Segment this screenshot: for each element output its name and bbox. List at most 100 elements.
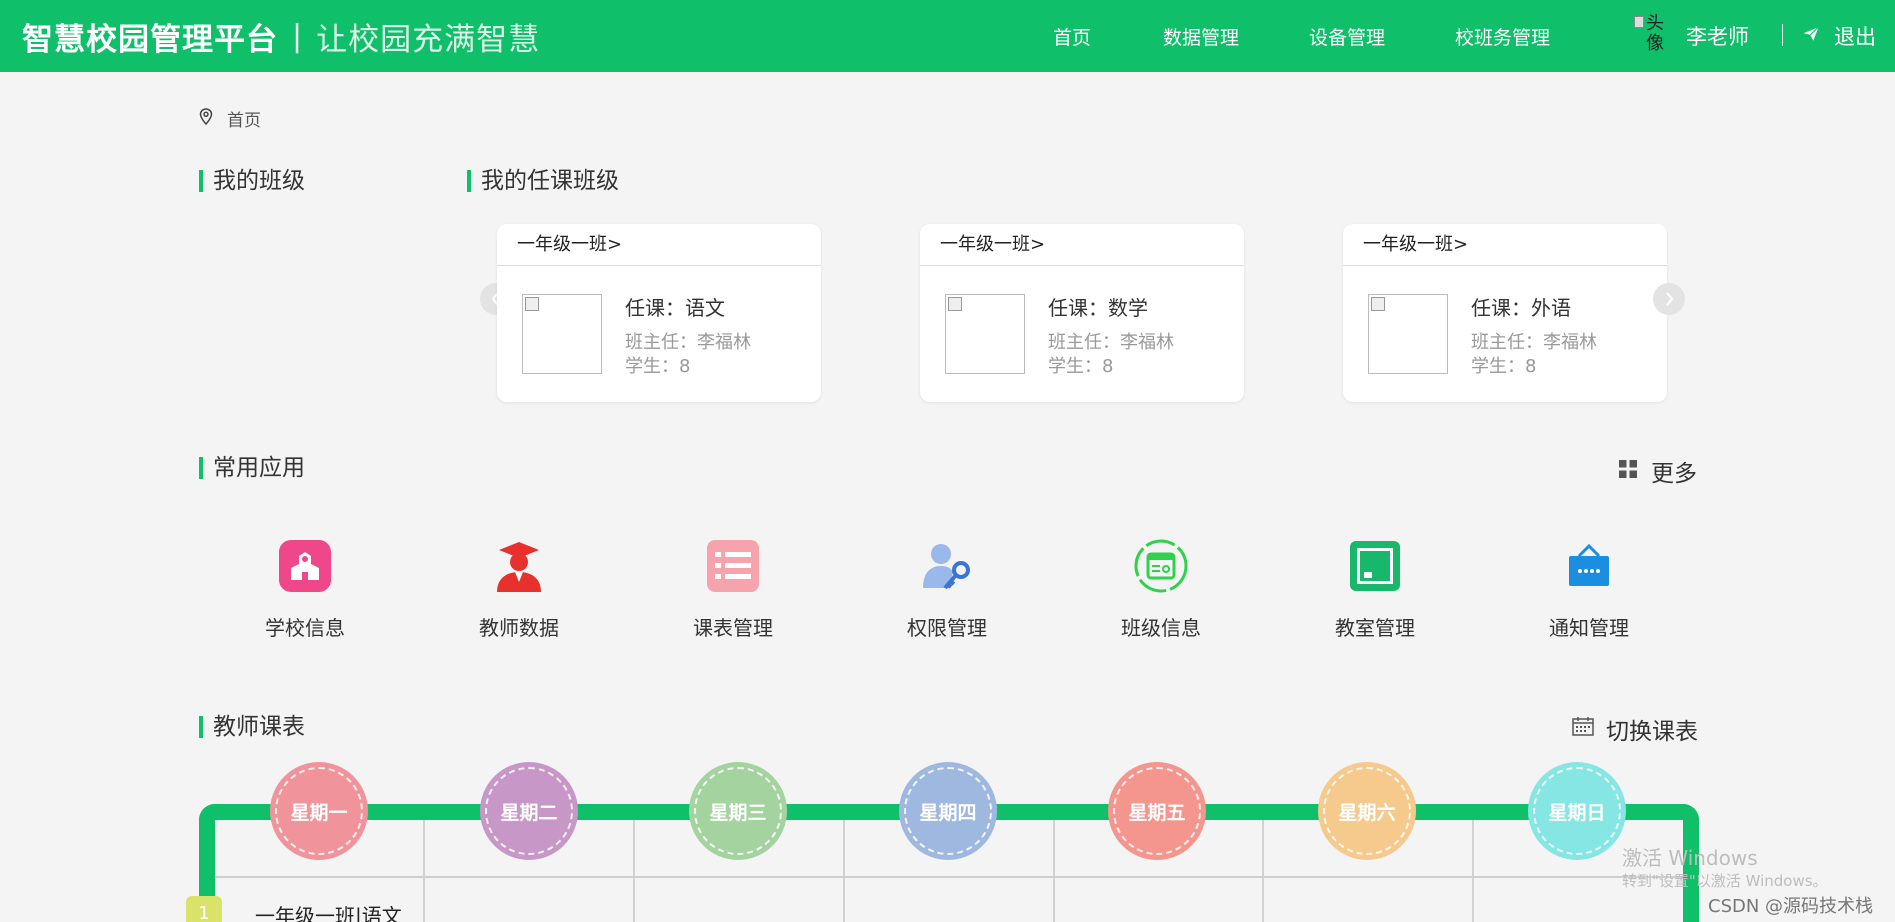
avatar[interactable]: 头像 — [1634, 14, 1674, 58]
app-classroom-management[interactable]: 教室管理 — [1305, 538, 1445, 641]
top-header: 智慧校园管理平台 | 让校园充满智慧 首页 数据管理 设备管理 校班务管理 头像… — [0, 0, 1895, 72]
class-card[interactable]: 一年级一班> 任课：外语 班主任：李福林 学生：8 — [1343, 224, 1667, 402]
class-head-teacher: 班主任：李福林 — [625, 332, 751, 353]
nav-item-data-management[interactable]: 数据管理 — [1163, 23, 1309, 50]
timetable-divider — [1262, 820, 1264, 922]
period-number-badge: 1 — [186, 896, 222, 922]
nav-item-device-management[interactable]: 设备管理 — [1309, 23, 1455, 50]
section-title-my-class: 我的班级 — [199, 168, 305, 194]
day-label: 星期四 — [904, 767, 992, 855]
day-label: 星期五 — [1113, 767, 1201, 855]
timetable-divider — [843, 820, 845, 922]
class-card-title[interactable]: 一年级一班> — [497, 224, 821, 266]
app-permission-management[interactable]: 权限管理 — [877, 538, 1017, 641]
brand: 智慧校园管理平台 | 让校园充满智慧 — [22, 16, 541, 58]
day-tuesday[interactable]: 星期二 — [480, 762, 578, 860]
more-label: 更多 — [1651, 461, 1697, 487]
section-title-teaching-classes: 我的任课班级 — [467, 168, 619, 194]
day-label: 星期日 — [1533, 767, 1621, 855]
app-teacher-data[interactable]: 教师数据 — [449, 538, 589, 641]
broken-image-icon — [1634, 16, 1644, 28]
app-label: 班级信息 — [1121, 616, 1201, 640]
user-key-icon — [919, 538, 975, 594]
grid-icon — [1619, 458, 1637, 484]
class-image — [1368, 294, 1448, 374]
brand-separator: | — [292, 18, 303, 54]
day-monday[interactable]: 星期一 — [270, 762, 368, 860]
class-card-title[interactable]: 一年级一班> — [920, 224, 1244, 266]
class-badge-icon — [1133, 538, 1189, 594]
day-label: 星期三 — [694, 767, 782, 855]
csdn-watermark: CSDN @源码技术栈 — [1708, 896, 1874, 917]
chevron-right-icon — [1666, 292, 1674, 306]
notice-board-icon — [1561, 538, 1617, 594]
classroom-icon — [1347, 538, 1403, 594]
class-students: 学生：8 — [625, 356, 691, 377]
class-head-teacher: 班主任：李福林 — [1471, 332, 1597, 353]
class-image — [945, 294, 1025, 374]
section-title-common-apps: 常用应用 — [199, 455, 305, 481]
activate-windows-hint: 转到"设置"以激活 Windows。 — [1622, 872, 1828, 890]
brand-title: 智慧校园管理平台 — [22, 21, 278, 58]
class-students: 学生：8 — [1471, 356, 1537, 377]
day-friday[interactable]: 星期五 — [1108, 762, 1206, 860]
class-card[interactable]: 一年级一班> 任课：语文 班主任：李福林 学生：8 — [497, 224, 821, 402]
send-icon — [1802, 25, 1820, 47]
switch-schedule-label: 切换课表 — [1606, 719, 1698, 745]
timetable-row-divider — [215, 876, 1683, 878]
user-menu[interactable]: 头像 李老师 — [1634, 14, 1749, 58]
class-head-teacher: 班主任：李福林 — [1048, 332, 1174, 353]
app-school-info[interactable]: 学校信息 — [235, 538, 375, 641]
day-sunday[interactable]: 星期日 — [1528, 762, 1626, 860]
location-icon — [199, 107, 213, 130]
user-name[interactable]: 李老师 — [1686, 21, 1749, 51]
class-course: 任课：语文 — [625, 296, 725, 320]
class-card-title[interactable]: 一年级一班> — [1343, 224, 1667, 266]
header-divider — [1782, 24, 1783, 46]
class-card[interactable]: 一年级一班> 任课：数学 班主任：李福林 学生：8 — [920, 224, 1244, 402]
class-students: 学生：8 — [1048, 356, 1114, 377]
logout-label: 退出 — [1834, 25, 1876, 49]
app-label: 课表管理 — [693, 616, 773, 640]
schedule-entry[interactable]: 一年级一班|语文 — [255, 900, 402, 922]
avatar-alt-text: 头像 — [1646, 14, 1664, 54]
timetable-divider — [633, 820, 635, 922]
day-label: 星期二 — [485, 767, 573, 855]
main-nav: 首页 数据管理 设备管理 校班务管理 — [1035, 0, 1615, 72]
class-course: 任课：外语 — [1471, 296, 1571, 320]
breadcrumb-home[interactable]: 首页 — [227, 106, 261, 131]
broken-image-icon — [948, 297, 962, 311]
nav-item-class-affairs[interactable]: 校班务管理 — [1455, 23, 1615, 50]
app-class-info[interactable]: 班级信息 — [1091, 538, 1231, 641]
app-label: 教室管理 — [1335, 616, 1415, 640]
breadcrumb: 首页 — [199, 106, 261, 131]
app-label: 教师数据 — [479, 616, 559, 640]
day-wednesday[interactable]: 星期三 — [689, 762, 787, 860]
app-schedule-management[interactable]: 课表管理 — [663, 538, 803, 641]
brand-slogan: 让校园充满智慧 — [316, 21, 541, 58]
switch-schedule-button[interactable]: 切换课表 — [1572, 712, 1698, 746]
class-image — [522, 294, 602, 374]
section-title-teacher-schedule: 教师课表 — [199, 714, 305, 740]
timetable-divider — [423, 820, 425, 922]
day-thursday[interactable]: 星期四 — [899, 762, 997, 860]
activate-windows-title: 激活 Windows — [1622, 846, 1758, 870]
app-notice-management[interactable]: 通知管理 — [1519, 538, 1659, 641]
schedule-list-icon — [705, 538, 761, 594]
calendar-icon — [1572, 716, 1594, 742]
broken-image-icon — [525, 297, 539, 311]
timetable-divider — [1053, 820, 1055, 922]
more-button[interactable]: 更多 — [1619, 454, 1697, 488]
timetable-divider — [1472, 820, 1474, 922]
class-course: 任课：数学 — [1048, 296, 1148, 320]
day-saturday[interactable]: 星期六 — [1318, 762, 1416, 860]
app-label: 权限管理 — [907, 616, 987, 640]
carousel-next-button[interactable] — [1653, 283, 1685, 315]
logout-button[interactable]: 退出 — [1802, 20, 1876, 52]
broken-image-icon — [1371, 297, 1385, 311]
school-icon — [277, 538, 333, 594]
day-label: 星期六 — [1323, 767, 1411, 855]
nav-item-home[interactable]: 首页 — [1035, 23, 1163, 50]
teacher-icon — [491, 538, 547, 594]
day-label: 星期一 — [275, 767, 363, 855]
